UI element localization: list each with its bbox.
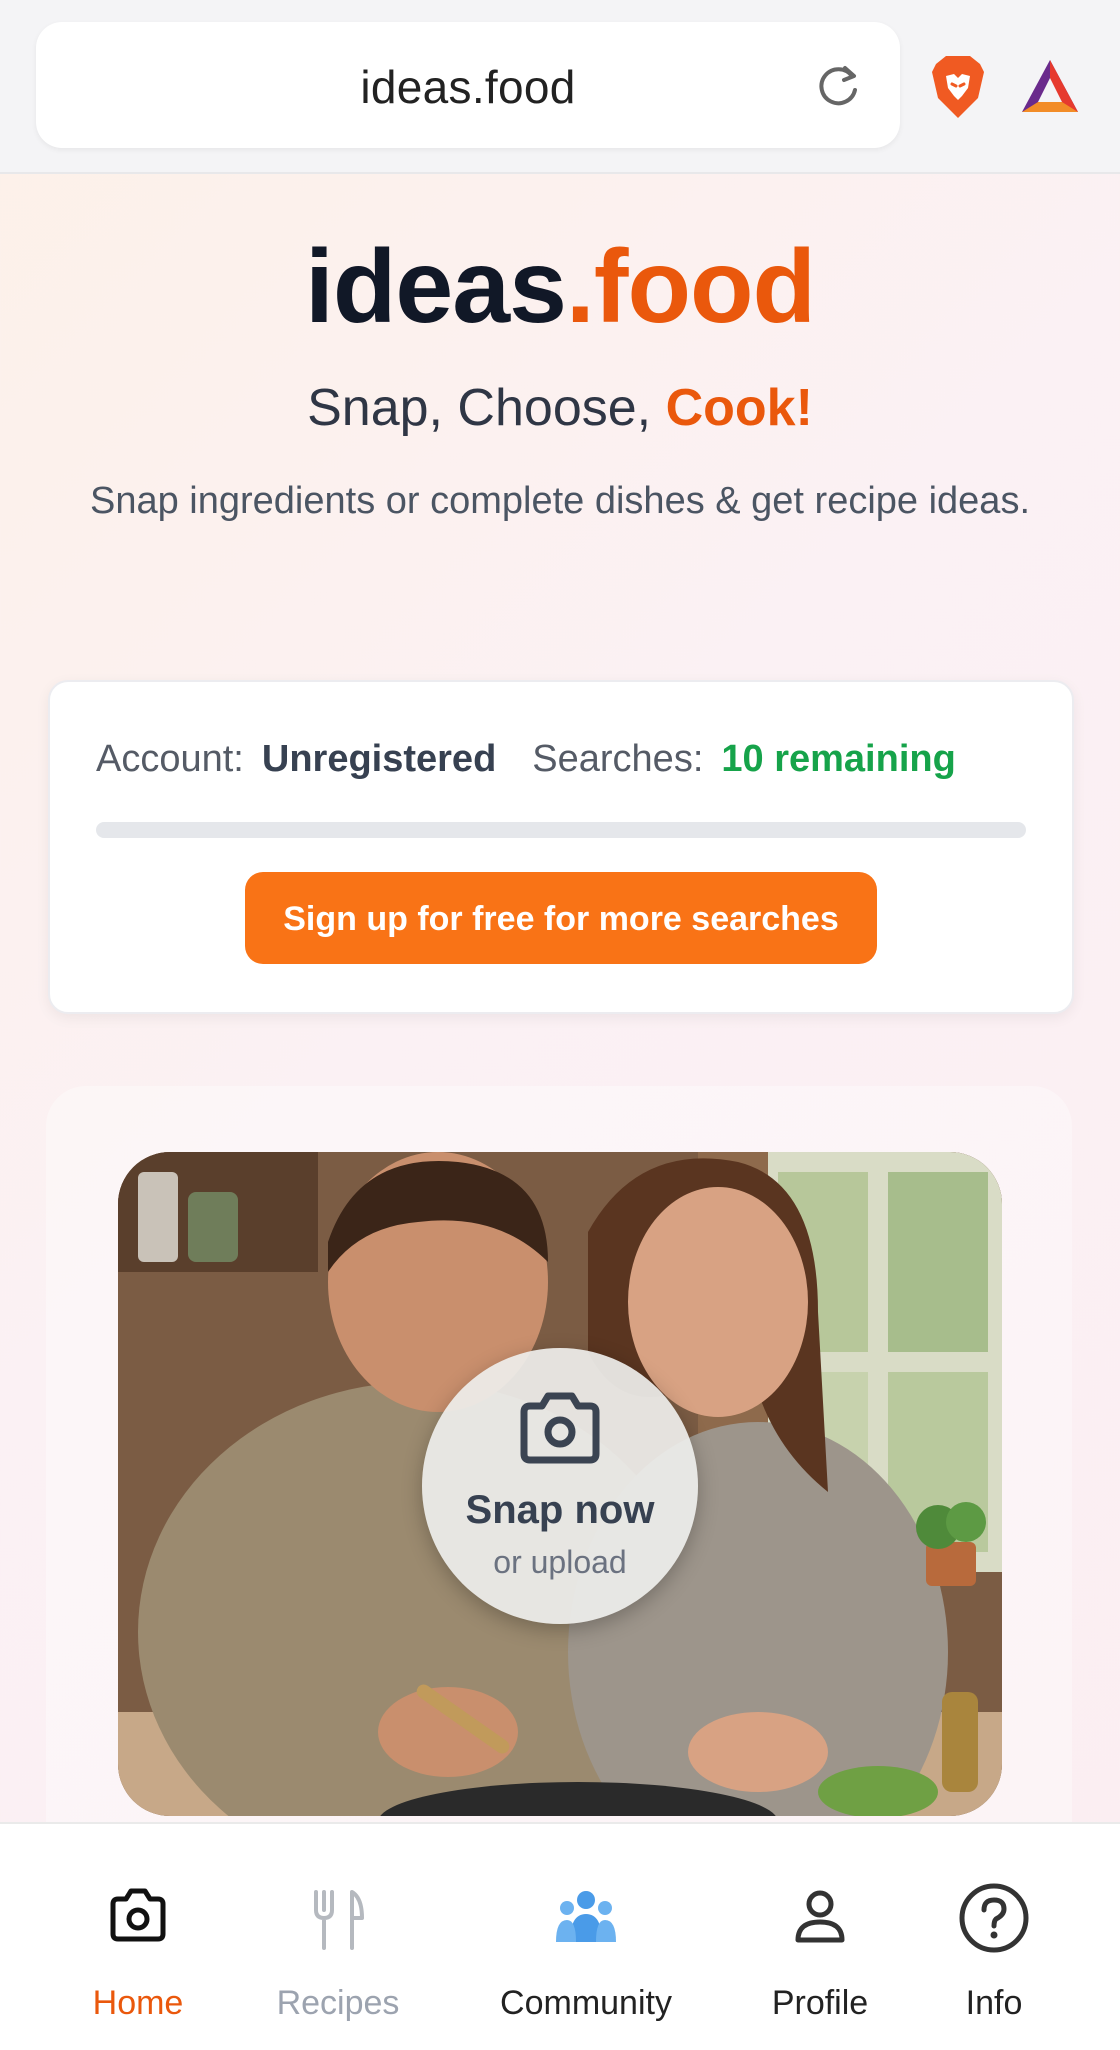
account-value: Unregistered: [261, 738, 497, 780]
snap-now-button[interactable]: Snap now or upload: [422, 1348, 698, 1624]
subtitle: Snap ingredients or complete dishes & ge…: [90, 480, 1030, 522]
tagline-text: Snap, Choose,: [307, 379, 666, 437]
person-icon: [795, 1890, 845, 1943]
nav-info[interactable]: Info: [894, 1824, 1094, 2050]
nav-info-label: Info: [965, 1984, 1023, 2022]
account-status-row: Account: Unregistered Searches: 10 remainin…: [96, 738, 1026, 781]
searches-label: Searches:: [532, 738, 704, 780]
brave-shield-icon[interactable]: [928, 54, 988, 120]
bottom-navigation: Home Recipes Community Profile Info: [0, 1822, 1120, 2050]
brand-accent: .food: [565, 229, 816, 345]
reload-icon[interactable]: [812, 60, 864, 112]
nav-profile[interactable]: Profile: [720, 1824, 920, 2050]
browser-toolbar: ideas.food: [0, 0, 1120, 174]
account-label: Account:: [96, 738, 244, 780]
searches-value: 10 remaining: [721, 738, 956, 780]
camera-icon: [520, 1392, 600, 1464]
address-bar[interactable]: ideas.food: [36, 22, 900, 148]
nav-profile-label: Profile: [771, 1984, 869, 2022]
nav-community[interactable]: Community: [486, 1824, 686, 2050]
camera-icon: [110, 1888, 166, 1942]
snap-subtitle: or upload: [493, 1544, 627, 1580]
account-card: Account: Unregistered Searches: 10 remainin…: [48, 680, 1074, 1014]
nav-recipes[interactable]: Recipes: [238, 1824, 438, 2050]
brand-logo: ideas.food: [0, 228, 1120, 347]
searches-progress-bar: [96, 822, 1026, 838]
snap-title: Snap now: [465, 1488, 655, 1532]
fork-knife-icon: [314, 1890, 364, 1950]
tagline-accent: Cook!: [665, 379, 813, 437]
nav-community-label: Community: [500, 1984, 672, 2022]
nav-home-label: Home: [92, 1984, 184, 2022]
help-icon: [959, 1883, 1029, 1953]
bat-rewards-icon[interactable]: [1018, 56, 1082, 116]
nav-home[interactable]: Home: [38, 1824, 238, 2050]
nav-recipes-label: Recipes: [276, 1984, 400, 2022]
community-icon: [556, 1891, 616, 1942]
signup-button[interactable]: Sign up for free for more searches: [245, 872, 877, 964]
url-text[interactable]: ideas.food: [36, 60, 900, 114]
brand-name: ideas: [304, 229, 567, 345]
tagline: Snap, Choose, Cook!: [0, 378, 1120, 438]
